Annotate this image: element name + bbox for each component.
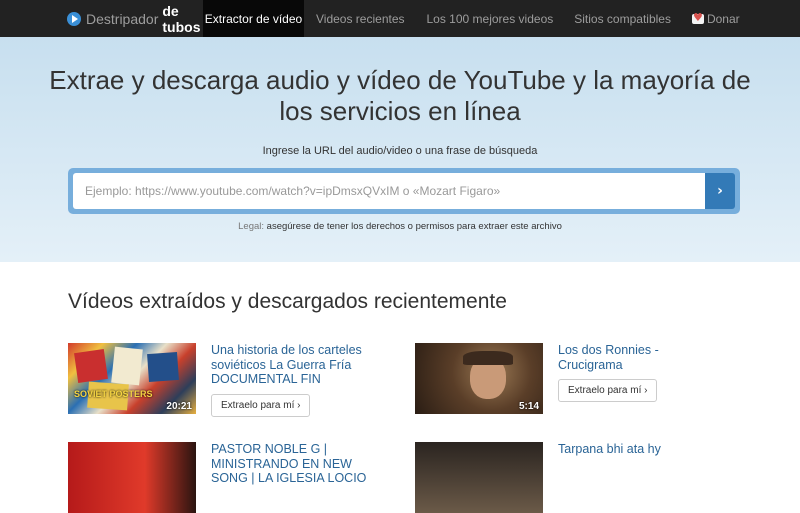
legal-text: asegúrese de tener los derechos o permis…: [266, 221, 562, 232]
thumbnail-hat: [463, 351, 513, 365]
poster-shape: [111, 346, 143, 386]
video-title-link[interactable]: Tarpana bhi ata hy: [558, 442, 718, 457]
url-search-input[interactable]: [73, 173, 705, 209]
search-label: Ingrese la URL del audio/video o una fra…: [262, 145, 538, 157]
search-bar: ›: [68, 168, 740, 214]
video-info: Tarpana bhi ata hy: [558, 442, 718, 513]
recent-videos-heading: Vídeos extraídos y descargados recientem…: [68, 290, 507, 313]
video-duration: 5:14: [518, 401, 539, 412]
poster-shape: [74, 349, 108, 383]
nav-supported-sites-label: Sitios compatibles: [574, 11, 671, 26]
video-thumbnail[interactable]: 5:14: [415, 343, 543, 414]
video-info: Los dos Ronnies - Crucigrama Extraelo pa…: [558, 343, 718, 414]
video-card: Tarpana bhi ata hy: [415, 442, 718, 513]
nav-video-extractor[interactable]: Extractor de vídeo: [203, 0, 304, 37]
extract-for-me-button[interactable]: Extraelo para mí ›: [558, 379, 658, 402]
heart-icon: [691, 11, 704, 24]
play-logo-icon: [67, 11, 81, 26]
video-card: PASTOR NOBLE G | MINISTRANDO EN NEW SONG…: [68, 442, 371, 513]
nav-top-100-label: Los 100 mejores videos: [426, 11, 554, 26]
video-title-link[interactable]: Una historia de los carteles soviéticos …: [211, 343, 371, 387]
thumbnail-caption: SOVIET POSTERS: [74, 389, 153, 399]
video-thumbnail[interactable]: [415, 442, 543, 513]
video-thumbnail[interactable]: [68, 442, 196, 513]
video-title-link[interactable]: PASTOR NOBLE G | MINISTRANDO EN NEW SONG…: [211, 442, 371, 486]
hero-title: Extrae y descarga audio y vídeo de YouTu…: [49, 65, 751, 126]
legal-label: Legal:: [238, 221, 265, 232]
brand-name-light: Destripador: [86, 10, 159, 27]
video-duration: 20:21: [166, 401, 192, 412]
video-info: Una historia de los carteles soviéticos …: [211, 343, 371, 417]
video-title-link[interactable]: Los dos Ronnies - Crucigrama: [558, 343, 718, 372]
nav-donate[interactable]: Donar: [691, 0, 740, 37]
brand-link[interactable]: Destripador de tubos: [0, 0, 203, 37]
legal-notice: Legal: asegúrese de tener los derechos o…: [0, 221, 800, 232]
hero-section: Extrae y descarga audio y vídeo de YouTu…: [0, 37, 800, 262]
search-submit-button[interactable]: ›: [705, 173, 735, 209]
nav-recent-videos-label: Videos recientes: [316, 11, 405, 26]
nav-recent-videos[interactable]: Videos recientes: [316, 0, 405, 37]
extract-for-me-button[interactable]: Extraelo para mí ›: [211, 393, 311, 417]
nav-donate-label: Donar: [706, 11, 740, 26]
nav-video-extractor-label: Extractor de vídeo: [204, 11, 303, 26]
video-card: 5:14 Los dos Ronnies - Crucigrama Extrae…: [415, 343, 718, 414]
top-navbar: Destripador de tubos Extractor de vídeo …: [0, 0, 800, 37]
video-info: PASTOR NOBLE G | MINISTRANDO EN NEW SONG…: [211, 442, 371, 513]
nav-supported-sites[interactable]: Sitios compatibles: [574, 0, 671, 37]
poster-shape: [147, 351, 179, 383]
video-thumbnail[interactable]: SOVIET POSTERS 20:21: [68, 343, 196, 414]
video-card: SOVIET POSTERS 20:21 Una historia de los…: [68, 343, 371, 417]
brand-name-bold: de tubos: [162, 2, 201, 35]
nav-top-100[interactable]: Los 100 mejores videos: [427, 0, 554, 37]
